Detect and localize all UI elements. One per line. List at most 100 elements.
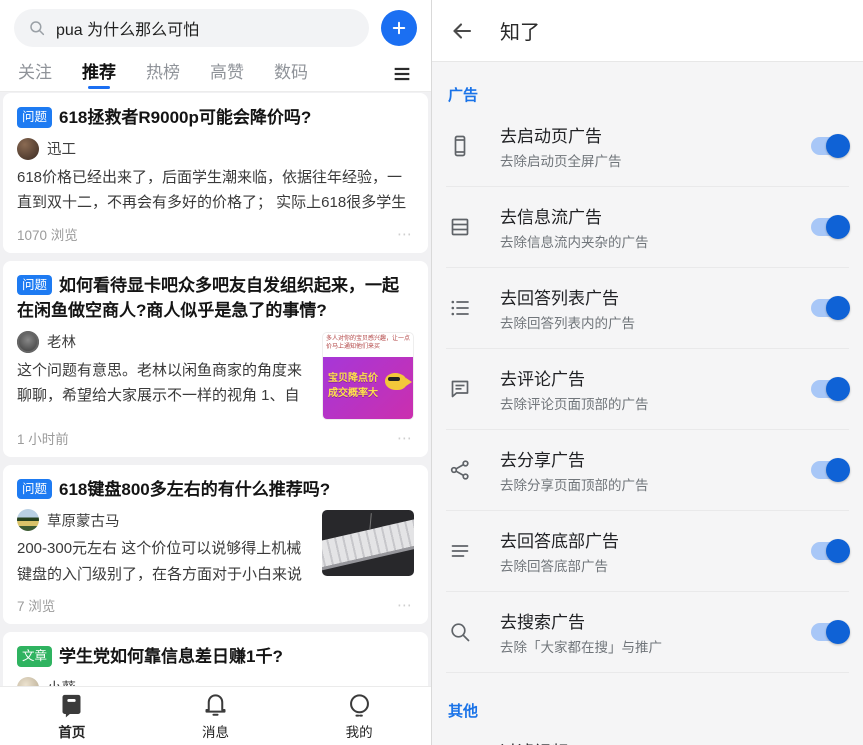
post-excerpt: 200-300元左右 这个价位可以说够得上机械键盘的入门级别了，在各方面对于小白… (17, 540, 303, 583)
tab-digital[interactable]: 数码 (274, 58, 308, 89)
toggle-thumb (826, 458, 850, 482)
post-meta-row: 1 小时前 ⋯ (17, 428, 414, 448)
avatar[interactable] (17, 330, 39, 353)
setting-title: 去回答底部广告 (500, 532, 619, 551)
setting-title: 去分享广告 (500, 451, 585, 470)
post-title-text: 618键盘800多左右的有什么推荐吗? (59, 479, 331, 499)
back-icon[interactable] (450, 19, 474, 43)
toggle-switch-on[interactable] (811, 215, 850, 239)
more-options-icon[interactable]: ⋯ (397, 596, 414, 614)
setting-title: 去回答列表广告 (500, 289, 619, 308)
nav-label: 首页 (58, 724, 86, 740)
nav-home[interactable]: 首页 (32, 692, 112, 741)
toggle-switch-on[interactable] (811, 620, 850, 644)
post-title[interactable]: 文章 学生党如何靠信息差日赚1千? (17, 644, 414, 670)
keyboard-photo-thumbnail[interactable] (322, 510, 414, 576)
setting-subtitle: 去除回答底部广告 (500, 559, 608, 574)
setting-subtitle: 去除启动页全屏广告 (500, 154, 622, 169)
post-title[interactable]: 问题 618拯救者R9000p可能会降价吗? (17, 105, 414, 131)
setting-row[interactable]: 去评论广告 去除评论页面顶部的广告 (432, 354, 863, 424)
setting-title: 过滤视频 (500, 738, 847, 745)
feed-list[interactable]: 问题 618拯救者R9000p可能会降价吗? 迅工 618价格已经出来了，后面学生… (0, 93, 431, 745)
divider (446, 672, 849, 673)
setting-row[interactable]: 去启动页广告 去除启动页全屏广告 (432, 111, 863, 181)
more-options-icon[interactable]: ⋯ (397, 429, 414, 447)
feed-card[interactable]: 问题 如何看待显卡吧众多吧友自发组织起来，一起在闲鱼做空商人?商人似乎是急了的事情… (3, 260, 428, 457)
setting-subtitle: 去除分享页面顶部的广告 (500, 478, 649, 493)
fish-cartoon-icon (385, 372, 412, 390)
toggle-switch-on[interactable] (811, 134, 850, 158)
avatar[interactable] (17, 137, 39, 160)
search-input[interactable]: pua 为什么那么可怕 (56, 16, 199, 40)
tab-recommend[interactable]: 推荐 (82, 58, 116, 89)
more-options-icon[interactable]: ⋯ (397, 225, 414, 243)
search-bar[interactable]: pua 为什么那么可怕 (14, 9, 369, 47)
avatar[interactable] (17, 509, 39, 531)
post-excerpt: 这个问题有意思。老林以闲鱼商家的角度来聊聊，希望给大家展示不一样的视角 1、自发… (17, 361, 303, 405)
toggle-switch-on[interactable] (811, 539, 850, 563)
toggle-thumb (826, 215, 850, 239)
bell-icon (205, 693, 226, 716)
thumbnail-caption: 多人对你的宝贝感兴趣，让一点价马上通知他们来买 (326, 335, 411, 350)
banner-text: 宝贝降点价 成交概率大 (328, 372, 378, 399)
split-screenshot: pua 为什么那么可怕 关注 推荐 热榜 高赞 数码 问题 618拯救者R9000… (0, 0, 863, 745)
post-meta-row: 1070 浏览 ⋯ (17, 224, 414, 244)
smartphone-icon (454, 135, 466, 157)
align-lines-icon (451, 545, 469, 557)
setting-title: 去搜索广告 (500, 613, 585, 632)
post-title[interactable]: 问题 618键盘800多左右的有什么推荐吗? (17, 477, 414, 503)
author-name: 迅工 (47, 142, 76, 158)
feed-header: pua 为什么那么可怕 (0, 0, 431, 56)
section-header-other: 其他 (448, 703, 479, 720)
setting-row[interactable]: 去搜索广告 去除「大家都在搜」与推广 (432, 597, 863, 667)
feed-card[interactable]: 问题 618键盘800多左右的有什么推荐吗? 草原蒙古马 200-300元左右 这… (3, 464, 428, 624)
setting-title: 去评论广告 (500, 370, 585, 389)
toggle-switch-on[interactable] (811, 296, 850, 320)
nav-label: 消息 (201, 724, 229, 740)
toggle-switch-on[interactable] (811, 377, 850, 401)
zhiliao-settings-screen: 知了 广告 去启动页广告 去除启动页全屏广告 去信息流广告 去除信息流内夹杂的广… (432, 0, 863, 745)
post-thumbnail[interactable]: 多人对你的宝贝感兴趣，让一点价马上通知他们来买 宝贝降点价 成交概率大 (322, 331, 414, 420)
home-icon (62, 694, 81, 717)
setting-title: 去启动页广告 (500, 127, 602, 146)
tab-hot[interactable]: 热榜 (146, 58, 180, 89)
author-row[interactable]: 迅工 (17, 137, 414, 160)
bottom-nav-bar: 首页 消息 我的 (0, 686, 431, 745)
article-badge: 文章 (17, 646, 53, 667)
feed-tab-bar: 关注 推荐 热榜 高赞 数码 (0, 56, 431, 92)
divider (446, 591, 849, 592)
setting-row[interactable]: 去回答列表广告 去除回答列表内的广告 (432, 273, 863, 343)
question-badge: 问题 (17, 478, 53, 500)
post-title-text: 618拯救者R9000p可能会降价吗? (59, 108, 312, 127)
channel-menu-button[interactable] (391, 63, 413, 85)
author-name: 老林 (47, 335, 76, 351)
setting-row[interactable]: 去回答底部广告 去除回答底部广告 (432, 516, 863, 586)
post-title-text: 如何看待显卡吧众多吧友自发组织起来，一起在闲鱼做空商人?商人似乎是急了的事情? (17, 275, 400, 321)
divider (446, 429, 849, 430)
post-title-text: 学生党如何靠信息差日赚1千? (59, 647, 283, 666)
nav-messages[interactable]: 消息 (175, 692, 255, 741)
page-title: 知了 (500, 22, 540, 44)
settings-header: 知了 (432, 0, 863, 62)
feed-card[interactable]: 问题 618拯救者R9000p可能会降价吗? 迅工 618价格已经出来了，后面学生… (3, 93, 428, 253)
profile-icon (349, 693, 369, 717)
tab-upvoted[interactable]: 高赞 (210, 58, 244, 89)
keyboard-graphic (322, 517, 414, 569)
toggle-switch-on[interactable] (811, 458, 850, 482)
toggle-thumb (826, 134, 850, 158)
question-badge: 问题 (17, 274, 53, 296)
compose-button[interactable] (381, 10, 417, 46)
timestamp: 1 小时前 (17, 431, 69, 447)
divider (446, 186, 849, 187)
tab-follow[interactable]: 关注 (18, 58, 52, 89)
nav-profile[interactable]: 我的 (319, 692, 399, 741)
author-name: 草原蒙古马 (47, 513, 120, 530)
toggle-thumb (826, 620, 850, 644)
post-excerpt: 618价格已经出来了，后面学生潮来临，依据往年经验，一直到双十二，不再会有多好的… (17, 168, 407, 212)
setting-row[interactable]: 去信息流广告 去除信息流内夹杂的广告 (432, 192, 863, 262)
comment-icon (451, 380, 469, 398)
setting-row[interactable]: 去分享广告 去除分享页面顶部的广告 (432, 435, 863, 505)
setting-row[interactable]: 过滤视频 去除推荐列表内的视频 (432, 727, 863, 745)
post-title[interactable]: 问题 如何看待显卡吧众多吧友自发组织起来，一起在闲鱼做空商人?商人似乎是急了的事情… (17, 273, 414, 324)
plus-icon (392, 21, 406, 35)
